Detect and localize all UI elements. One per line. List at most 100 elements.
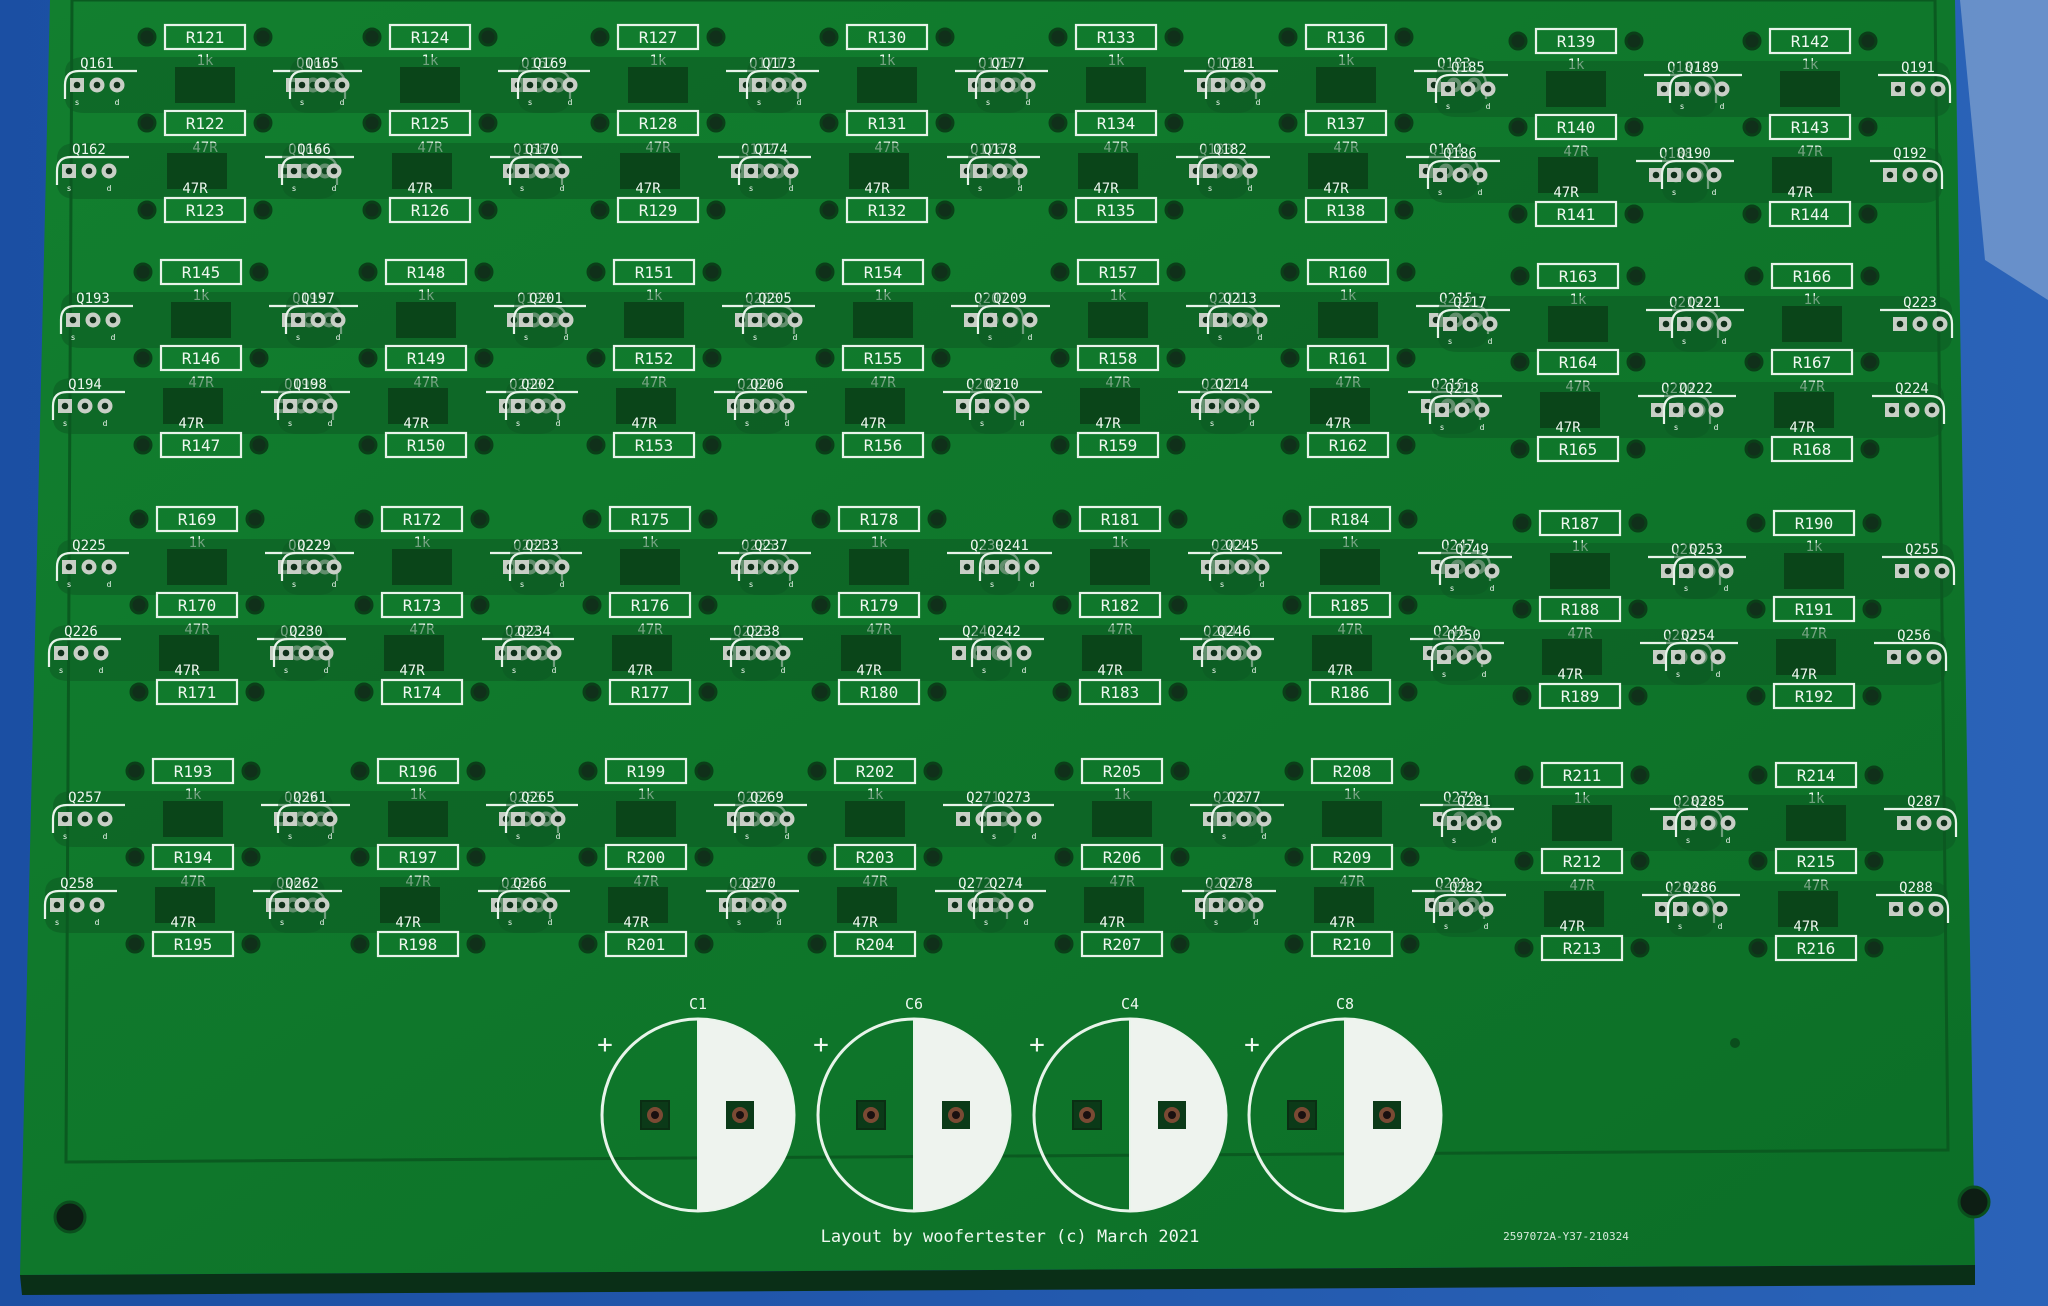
resistor-r213-label: R213	[1563, 939, 1602, 958]
pair-q270-qa-label: Q270	[742, 876, 776, 892]
pair-q258-qa-label: Q258	[60, 876, 94, 892]
pair-q189-pin-d: d	[1720, 102, 1725, 111]
pair-q245-qa-1-drill	[1238, 563, 1246, 571]
pair-q253-qb-2-drill	[1938, 567, 1946, 575]
pair-q177-qa-1-drill	[1004, 81, 1012, 89]
pair-q249-pin-d: d	[1490, 584, 1495, 593]
pair-q209-qa-label: Q209	[993, 291, 1027, 307]
pair-q197-pin-d: d	[336, 333, 341, 342]
pair-q257-qa-2-drill	[101, 815, 109, 823]
cap-label: C6	[905, 995, 923, 1013]
pair-q286-qa-2-drill	[1716, 905, 1724, 913]
pair-q177-pin-s: s	[986, 98, 991, 107]
pair-q182-qa-1-drill	[1226, 167, 1234, 175]
pair-q222-qa-0-drill	[1672, 406, 1680, 414]
pair-q241-center-pad	[1090, 549, 1150, 585]
resistor-r212-hole-b	[1630, 851, 1650, 871]
pair-q281-qa-label: Q281	[1457, 794, 1491, 810]
pair-q254-pin-d: d	[1716, 670, 1721, 679]
pair-q237-qa-label: Q237	[754, 538, 788, 554]
cap-drill-minus-hole	[952, 1111, 960, 1119]
resistor-r141-hole-a	[1508, 204, 1528, 224]
pair-q162-qa-label: Q162	[72, 142, 106, 158]
resistor-r210-label: R210	[1333, 935, 1372, 954]
cap-label: C4	[1121, 995, 1139, 1013]
pair-q205-qa-2-drill	[791, 316, 799, 324]
resistor-r179-hole-a	[811, 595, 831, 615]
resistor-r170-hole-a	[129, 595, 149, 615]
resistor-r162-label: R162	[1329, 436, 1368, 455]
pair-q230-qa-1-drill	[302, 649, 310, 657]
pair-q274-qa-2-drill	[1022, 901, 1030, 909]
pair-q246-qa-2-drill	[1250, 649, 1258, 657]
resistor-r195-label: R195	[174, 935, 213, 954]
pair-q161-qa-label: Q161	[80, 56, 114, 72]
resistor-r182-label: R182	[1101, 596, 1140, 615]
pair-q201-qa-0-drill	[522, 316, 530, 324]
pair-q190-pin-s: s	[1672, 188, 1677, 197]
pair-q257-pin-s: s	[63, 832, 68, 841]
resistor-r121-hole-b	[253, 27, 273, 47]
pair-q202-qa-0-drill	[514, 402, 522, 410]
pair-q218-qa-2-drill	[1478, 406, 1486, 414]
resistor-r161-label: R161	[1329, 349, 1368, 368]
pair-q230-qa-0-drill	[282, 649, 290, 657]
value-47r-bottom: 47R	[178, 416, 204, 432]
cap-drill-plus-hole	[651, 1111, 659, 1119]
pair-q190-qb-1-drill	[1906, 171, 1914, 179]
pair-q230-pin-d: d	[324, 666, 329, 675]
pair-q202-qa-label: Q202	[521, 377, 555, 393]
pair-q286-pin-s: s	[1678, 922, 1683, 931]
pair-q185-center-pad	[1546, 71, 1606, 107]
pair-q237-qb-0-drill	[963, 563, 971, 571]
pair-q286-qa-1-drill	[1696, 905, 1704, 913]
pair-q233-qa-2-drill	[558, 563, 566, 571]
pair-q254-qa-label: Q254	[1681, 628, 1715, 644]
pair-q210-qa-0-drill	[978, 402, 986, 410]
value-47r-bottom: 47R	[182, 181, 208, 197]
pair-q210-qa-label: Q210	[985, 377, 1019, 393]
pair-q285-qb-2-drill	[1940, 819, 1948, 827]
pair-q165-qa-0-drill	[298, 81, 306, 89]
resistor-r134-hole-a	[1048, 113, 1068, 133]
pair-q189-qa-0-drill	[1678, 85, 1686, 93]
pair-q214-pin-s: s	[1210, 419, 1215, 428]
value-47r-bottom: 47R	[1323, 181, 1349, 197]
resistor-r133-hole-a	[1048, 27, 1068, 47]
pair-q206-pin-d: d	[785, 419, 790, 428]
pair-q214-qa-1-drill	[1228, 402, 1236, 410]
resistor-r189-hole-b	[1628, 686, 1648, 706]
pair-q257-qa-label: Q257	[68, 790, 102, 806]
pair-q181-qa-1-drill	[1234, 81, 1242, 89]
pair-q190-qa-2-drill	[1710, 171, 1718, 179]
resistor-r184-hole-a	[1282, 509, 1302, 529]
resistor-r174-hole-a	[354, 682, 374, 702]
pair-q218-qa-0-drill	[1438, 406, 1446, 414]
pair-q178-qa-0-drill	[976, 167, 984, 175]
resistor-r213-hole-a	[1514, 938, 1534, 958]
resistor-r187-label: R187	[1561, 514, 1600, 533]
pair-q170-qa-2-drill	[558, 167, 566, 175]
pair-q233-qa-1-drill	[538, 563, 546, 571]
pair-q261-center-pad	[388, 801, 448, 837]
pair-q169-pin-s: s	[528, 98, 533, 107]
resistor-r210-hole-b	[1400, 934, 1420, 954]
resistor-r203-hole-b	[923, 847, 943, 867]
resistor-r215-hole-a	[1748, 851, 1768, 871]
pair-q178-qa-2-drill	[1016, 167, 1024, 175]
pair-q161-pin-d: d	[115, 98, 120, 107]
pair-q189-qa-label: Q189	[1685, 60, 1719, 76]
pair-q177-qa-0-drill	[984, 81, 992, 89]
pair-q222-pin-d: d	[1714, 423, 1719, 432]
value-47r-bottom: 47R	[1325, 416, 1351, 432]
pair-q206-pin-s: s	[745, 419, 750, 428]
pair-q238-qa-1-drill	[759, 649, 767, 657]
resistor-r184-label: R184	[1331, 510, 1370, 529]
resistor-r172-hole-b	[470, 509, 490, 529]
pair-q229-pin-s: s	[292, 580, 297, 589]
resistor-r191-hole-b	[1862, 599, 1882, 619]
pair-q185-qa-label: Q185	[1451, 60, 1485, 76]
pair-q229-center-pad	[392, 549, 452, 585]
layout-credit: Layout by woofertester (c) March 2021	[821, 1227, 1200, 1247]
pair-q218-qa-label: Q218	[1445, 381, 1479, 397]
